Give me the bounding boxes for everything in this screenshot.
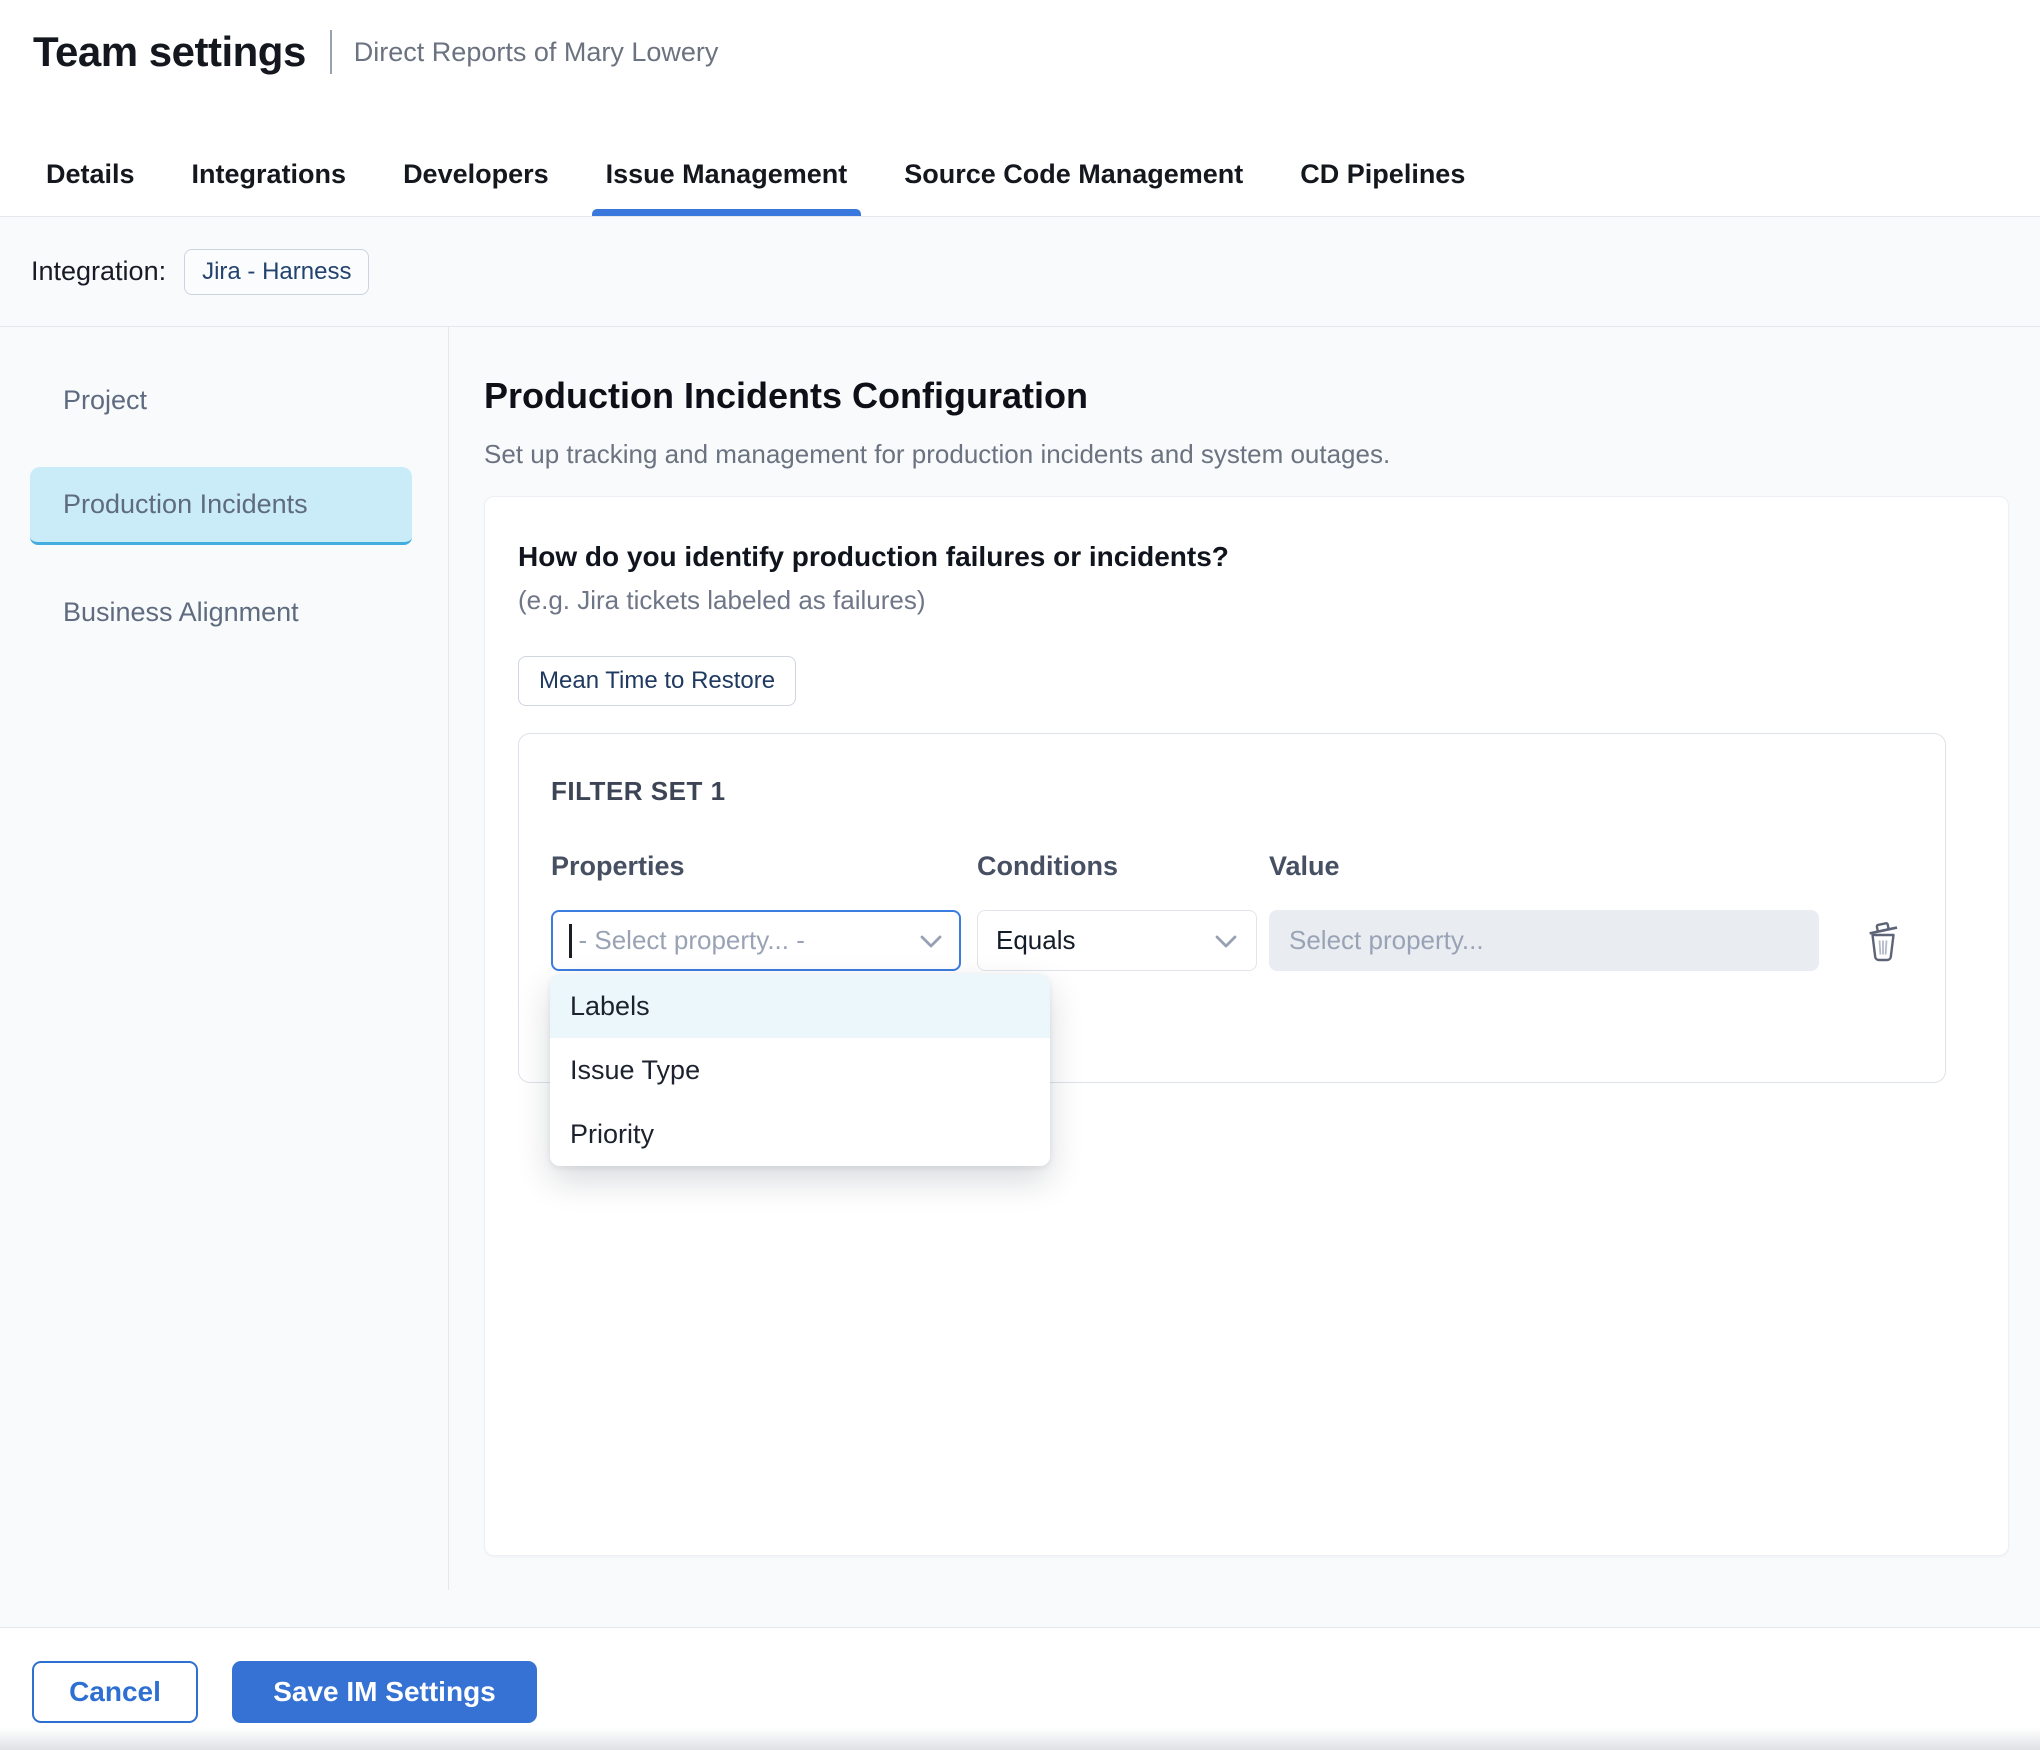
title-row: Team settings Direct Reports of Mary Low…	[33, 28, 718, 76]
footer-actions: Cancel Save IM Settings	[32, 1661, 2040, 1723]
property-dropdown: Labels Issue Type Priority	[550, 974, 1050, 1166]
dropdown-option-priority[interactable]: Priority	[550, 1102, 1050, 1166]
tab-source-code-management[interactable]: Source Code Management	[904, 159, 1243, 216]
metric-tab-mean-time-to-restore[interactable]: Mean Time to Restore	[518, 656, 796, 706]
section-subtitle: Set up tracking and management for produ…	[484, 439, 2008, 470]
condition-select-value: Equals	[996, 925, 1076, 956]
main-panel: Production Incidents Configuration Set u…	[449, 327, 2040, 1556]
config-hint: (e.g. Jira tickets labeled as failures)	[518, 585, 1946, 616]
body-columns: Project Production Incidents Business Al…	[0, 327, 2040, 1627]
properties-column-header: Properties	[551, 851, 961, 882]
incidents-config-card: How do you identify production failures …	[484, 496, 2009, 1556]
integration-chip[interactable]: Jira - Harness	[184, 249, 369, 295]
integration-row: Integration: Jira - Harness	[0, 217, 2040, 327]
settings-sidebar: Project Production Incidents Business Al…	[0, 327, 448, 679]
property-select[interactable]: - Select property... -	[551, 910, 961, 971]
page-subtitle: Direct Reports of Mary Lowery	[354, 37, 719, 68]
title-divider	[330, 30, 332, 74]
filter-set-title: FILTER SET 1	[551, 776, 1913, 807]
tab-details[interactable]: Details	[46, 159, 135, 216]
save-im-settings-button[interactable]: Save IM Settings	[232, 1661, 537, 1723]
section-title: Production Incidents Configuration	[484, 375, 2008, 417]
conditions-column-header: Conditions	[977, 851, 1257, 882]
tab-integrations[interactable]: Integrations	[192, 159, 347, 216]
sidebar-item-business-alignment[interactable]: Business Alignment	[30, 573, 412, 651]
tab-issue-management[interactable]: Issue Management	[606, 159, 848, 216]
tab-cd-pipelines[interactable]: CD Pipelines	[1300, 159, 1465, 216]
condition-select[interactable]: Equals	[977, 910, 1257, 971]
dropdown-option-labels[interactable]: Labels	[550, 974, 1050, 1038]
delete-filter-button[interactable]	[1863, 920, 1903, 962]
tab-bar: Details Integrations Developers Issue Ma…	[46, 159, 1522, 216]
chevron-down-icon	[919, 925, 943, 956]
value-input[interactable]	[1269, 910, 1819, 971]
text-caret	[569, 924, 572, 958]
filter-column-headers: Properties Conditions Value	[551, 851, 1913, 882]
trash-icon	[1863, 950, 1903, 965]
integration-label: Integration:	[31, 256, 166, 287]
cancel-button[interactable]: Cancel	[32, 1661, 198, 1723]
sidebar-item-project[interactable]: Project	[30, 361, 412, 439]
config-question: How do you identify production failures …	[518, 541, 1946, 573]
footer-bar: Cancel Save IM Settings	[0, 1627, 2040, 1750]
value-column-header: Value	[1269, 851, 1819, 882]
tab-developers[interactable]: Developers	[403, 159, 549, 216]
page-title: Team settings	[33, 28, 306, 76]
property-select-placeholder: - Select property... -	[579, 925, 805, 956]
dropdown-option-issue-type[interactable]: Issue Type	[550, 1038, 1050, 1102]
header: Team settings Direct Reports of Mary Low…	[0, 0, 2040, 217]
filter-row: - Select property... - Equals	[551, 910, 1913, 971]
filter-set-1: FILTER SET 1 Properties Conditions Value…	[518, 733, 1946, 1083]
sidebar-item-production-incidents[interactable]: Production Incidents	[30, 467, 412, 545]
content-area: Integration: Jira - Harness Project Prod…	[0, 217, 2040, 1627]
chevron-down-icon	[1214, 925, 1238, 956]
